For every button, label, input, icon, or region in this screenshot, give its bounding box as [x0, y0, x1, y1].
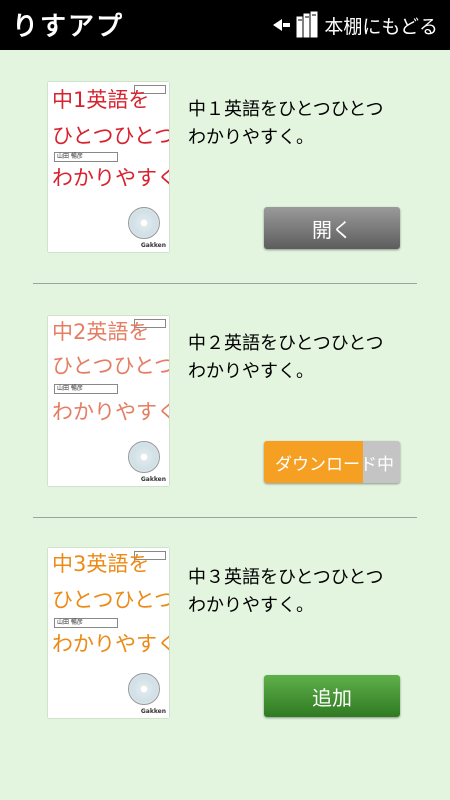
cover-title-line1: 中3英語を [52, 552, 150, 576]
top-bar: りすアプ 本棚にもどる [0, 0, 450, 50]
cover-author: 山田 暢彦 [54, 384, 118, 394]
cover-publisher: Gakken [140, 708, 166, 715]
cover-title-line3: わかりやすく。 [52, 400, 169, 424]
cover-publisher: Gakken [140, 242, 166, 249]
book-row-3: 中3英語を ひとつひとつ 山田 暢彦 わかりやすく。 Gakken 中３英語をひ… [0, 518, 450, 752]
app-title: りすアプ [12, 12, 125, 42]
book-description-2: 中２英語をひとつひとつ わかりやすく。 [188, 333, 384, 382]
cd-icon [128, 207, 160, 239]
back-arrow-icon [273, 19, 283, 31]
cover-author: 山田 暢彦 [54, 618, 118, 628]
book-description-3: 中３英語をひとつひとつ わかりやすく。 [188, 567, 384, 616]
cover-title-line1: 中1英語を [52, 88, 150, 112]
book-cover-3[interactable]: 中3英語を ひとつひとつ 山田 暢彦 わかりやすく。 Gakken [48, 548, 169, 718]
cover-title-line3: わかりやすく。 [52, 632, 169, 656]
cover-title-line1: 中2英語を [52, 320, 150, 344]
cover-title-line2: ひとつひとつ [52, 354, 169, 378]
cover-title-line3: わかりやすく。 [52, 166, 169, 190]
cover-title-line2: ひとつひとつ [52, 588, 169, 612]
cd-icon [128, 673, 160, 705]
book-cover-2[interactable]: 中2英語を ひとつひとつ 山田 暢彦 わかりやすく。 Gakken [48, 316, 169, 486]
cover-author: 山田 暢彦 [54, 152, 118, 162]
books-icon [295, 10, 319, 39]
cover-title-line2: ひとつひとつ [52, 124, 169, 148]
back-to-bookshelf-link[interactable]: 本棚にもどる [273, 10, 438, 40]
cover-publisher: Gakken [140, 476, 166, 483]
back-arrow-tail [283, 23, 291, 27]
download-progress-button[interactable]: ダウンロード中 [264, 441, 400, 483]
open-button[interactable]: 開く [264, 207, 400, 249]
book-row-2: 中2英語を ひとつひとつ 山田 暢彦 わかりやすく。 Gakken 中２英語をひ… [0, 284, 450, 518]
book-row-1: 中1英語を ひとつひとつ 山田 暢彦 わかりやすく。 Gakken 中１英語をひ… [0, 50, 450, 284]
cd-icon [128, 441, 160, 473]
add-button[interactable]: 追加 [264, 675, 400, 717]
download-status-label: ダウンロード中 [275, 454, 394, 475]
book-cover-1[interactable]: 中1英語を ひとつひとつ 山田 暢彦 わかりやすく。 Gakken [48, 82, 169, 252]
back-label: 本棚にもどる [324, 15, 438, 38]
book-description-1: 中１英語をひとつひとつ わかりやすく。 [188, 99, 384, 148]
